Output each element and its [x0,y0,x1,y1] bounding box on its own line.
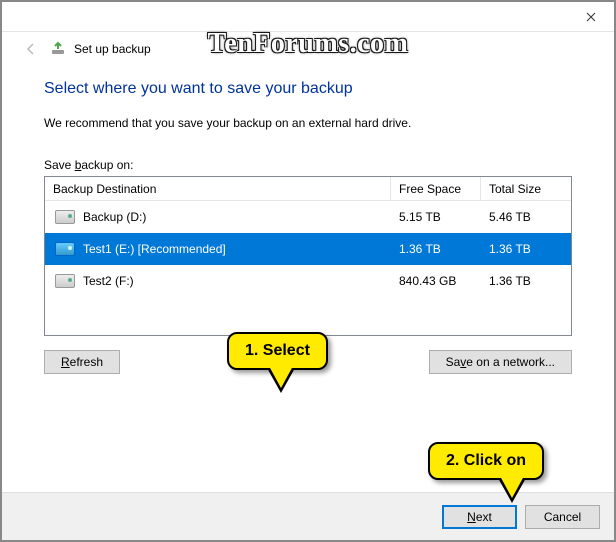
total-size: 1.36 TB [481,242,571,256]
free-space: 5.15 TB [391,210,481,224]
drive-name: Test2 (F:) [83,274,134,288]
save-on-network-button[interactable]: Save on a network... [429,350,572,374]
back-button [20,38,42,60]
list-body: Backup (D:) 5.15 TB5.46 TB Test1 (E:) [Rec… [45,201,571,335]
titlebar [2,2,614,32]
col-destination[interactable]: Backup Destination [45,177,391,200]
wizard-header: Set up backup [2,32,614,70]
wizard-title: Set up backup [74,42,151,56]
cancel-button[interactable]: Cancel [525,505,600,529]
close-icon [586,12,596,22]
drive-icon [55,210,75,224]
free-space: 840.43 GB [391,274,481,288]
save-on-label: Save backup on: [44,158,572,172]
page-description: We recommend that you save your backup o… [44,116,572,130]
backup-setup-icon [50,41,66,57]
drive-name: Backup (D:) [83,210,146,224]
drive-icon [55,274,75,288]
destination-listbox[interactable]: Backup Destination Free Space Total Size… [44,176,572,336]
drive-icon [55,242,75,256]
annotation-select: 1. Select [227,332,328,370]
table-row[interactable]: Test1 (E:) [Recommended] 1.36 TB1.36 TB [45,233,571,265]
drive-name: Test1 (E:) [Recommended] [83,242,226,256]
arrow-left-icon [23,41,39,57]
list-header: Backup Destination Free Space Total Size [45,177,571,201]
page-heading: Select where you want to save your backu… [44,80,572,98]
table-row[interactable]: Backup (D:) 5.15 TB5.46 TB [45,201,571,233]
free-space: 1.36 TB [391,242,481,256]
table-row[interactable]: Test2 (F:) 840.43 GB1.36 TB [45,265,571,297]
annotation-click-on: 2. Click on [428,442,544,480]
refresh-button[interactable]: Refresh [44,350,120,374]
total-size: 5.46 TB [481,210,571,224]
close-button[interactable] [568,2,614,32]
total-size: 1.36 TB [481,274,571,288]
col-free-space[interactable]: Free Space [391,177,481,200]
next-button[interactable]: Next [442,505,517,529]
wizard-content: Select where you want to save your backu… [2,70,614,492]
col-total-size[interactable]: Total Size [481,177,571,200]
